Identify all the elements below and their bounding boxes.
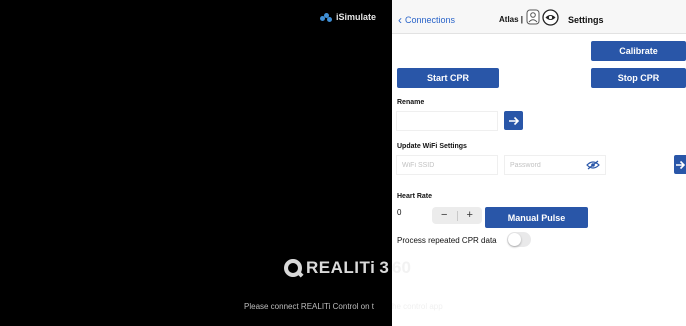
stop-cpr-button[interactable]: Stop CPR <box>591 68 686 88</box>
decrement-button[interactable]: − <box>432 207 457 224</box>
isimulate-text: iSimulate <box>336 12 377 22</box>
eye-icon <box>542 9 559 26</box>
back-link-label: Connections <box>405 15 456 25</box>
device-name: Atlas | <box>499 15 524 24</box>
wifi-submit-button[interactable] <box>674 155 686 174</box>
person-icon <box>526 9 540 25</box>
heart-rate-stepper: − + <box>432 207 482 224</box>
calibrate-button[interactable]: Calibrate <box>591 41 686 61</box>
back-to-connections-link[interactable]: ‹ Connections <box>398 14 455 26</box>
realiti-brand-name: REALITi <box>306 258 376 277</box>
chevron-left-icon: ‹ <box>398 13 402 27</box>
wifi-ssid-input[interactable] <box>396 155 498 175</box>
wifi-settings-label: Update WiFi Settings <box>397 143 467 150</box>
navigation-bar: ‹ Connections Atlas | Settings <box>392 0 686 34</box>
toggle-knob <box>508 233 521 246</box>
increment-button[interactable]: + <box>458 207 483 224</box>
page-title: Settings <box>568 15 604 25</box>
device-icons <box>526 9 559 26</box>
isimulate-brand: iSimulate <box>320 12 376 22</box>
arrow-right-icon <box>676 160 685 169</box>
repeated-cpr-toggle[interactable] <box>507 232 531 247</box>
settings-panel: ‹ Connections Atlas | Settings Calibrate… <box>392 0 686 326</box>
realiti-brand-number: 3 <box>379 258 389 277</box>
connection-status-message: Please connect REALITi Control on t <box>244 302 374 311</box>
rename-submit-button[interactable] <box>504 111 523 130</box>
arrow-right-icon <box>508 116 519 125</box>
realiti-brand-number-faded: 60 <box>392 258 411 277</box>
realiti-ring-icon <box>284 259 302 277</box>
rename-label: Rename <box>397 99 425 106</box>
realiti-logo: REALITi 3 <box>284 258 389 278</box>
repeated-cpr-label: Process repeated CPR data <box>397 236 497 245</box>
simulator-panel: iSimulate REALITi 3 Please connect REALI… <box>0 0 392 326</box>
isimulate-logo-icon <box>320 12 332 22</box>
connection-status-message-faded: he control app <box>392 302 443 311</box>
rename-input[interactable] <box>396 111 498 131</box>
heart-rate-label: Heart Rate <box>397 193 433 200</box>
start-cpr-button[interactable]: Start CPR <box>397 68 499 88</box>
manual-pulse-button[interactable]: Manual Pulse <box>485 207 588 228</box>
heart-rate-value: 0 <box>397 208 402 217</box>
eye-slash-icon[interactable] <box>586 160 600 170</box>
